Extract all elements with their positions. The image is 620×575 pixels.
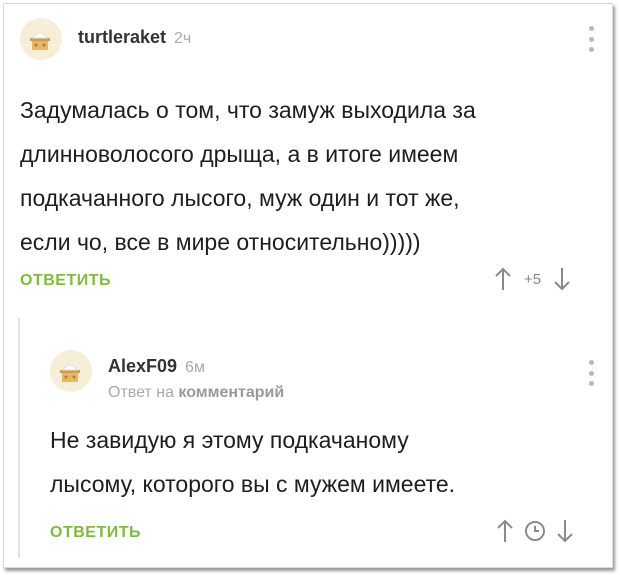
comment-line: Не завидую я этому подкачаному	[50, 427, 409, 453]
comment-time: 2ч	[174, 30, 192, 47]
avatar[interactable]	[50, 350, 92, 392]
avatar-icon	[30, 32, 50, 50]
reply-to-prefix: Ответ на	[108, 384, 174, 401]
more-vertical-icon[interactable]	[588, 26, 594, 52]
rating-value: +5	[524, 270, 542, 288]
author-name[interactable]: turtleraket	[78, 27, 166, 47]
avatar[interactable]	[20, 18, 62, 60]
comment-line: длинноволосого дрыща, а в итоге имеем	[20, 141, 459, 167]
author-name[interactable]: AlexF09	[108, 356, 177, 376]
comment-author[interactable]: turtleraket 2ч	[78, 27, 191, 48]
comment-time: 6м	[185, 359, 205, 376]
comment-author[interactable]: AlexF09 6м	[108, 356, 205, 377]
reply-button[interactable]: ОТВЕТИТЬ	[50, 524, 141, 542]
comment-line: если чо, все в мире относительно)))))	[20, 229, 421, 255]
arrow-down-icon[interactable]	[556, 518, 574, 544]
reply-to: Ответ на комментарий	[108, 384, 284, 402]
reply-button[interactable]: ОТВЕТИТЬ	[20, 272, 111, 290]
vote-controls: +5	[494, 266, 571, 292]
clock-icon	[525, 521, 545, 541]
comment-line: лысому, которого вы с мужем имеете.	[50, 471, 456, 497]
reply-to-link[interactable]: комментарий	[178, 384, 284, 401]
more-vertical-icon[interactable]	[588, 360, 594, 386]
comment-text: Задумалась о том, что замуж выходила за …	[20, 88, 476, 264]
comment-text: Не завидую я этому подкачаному лысому, к…	[50, 418, 455, 506]
arrow-down-icon[interactable]	[553, 266, 571, 292]
avatar-icon	[60, 364, 80, 382]
comment-line: подкачанного лысого, муж один и тот же,	[20, 185, 460, 211]
vote-controls	[496, 518, 574, 544]
thread-line	[18, 318, 20, 558]
arrow-up-icon[interactable]	[494, 266, 512, 292]
comment-line: Задумалась о том, что замуж выходила за	[20, 97, 476, 123]
arrow-up-icon[interactable]	[496, 518, 514, 544]
